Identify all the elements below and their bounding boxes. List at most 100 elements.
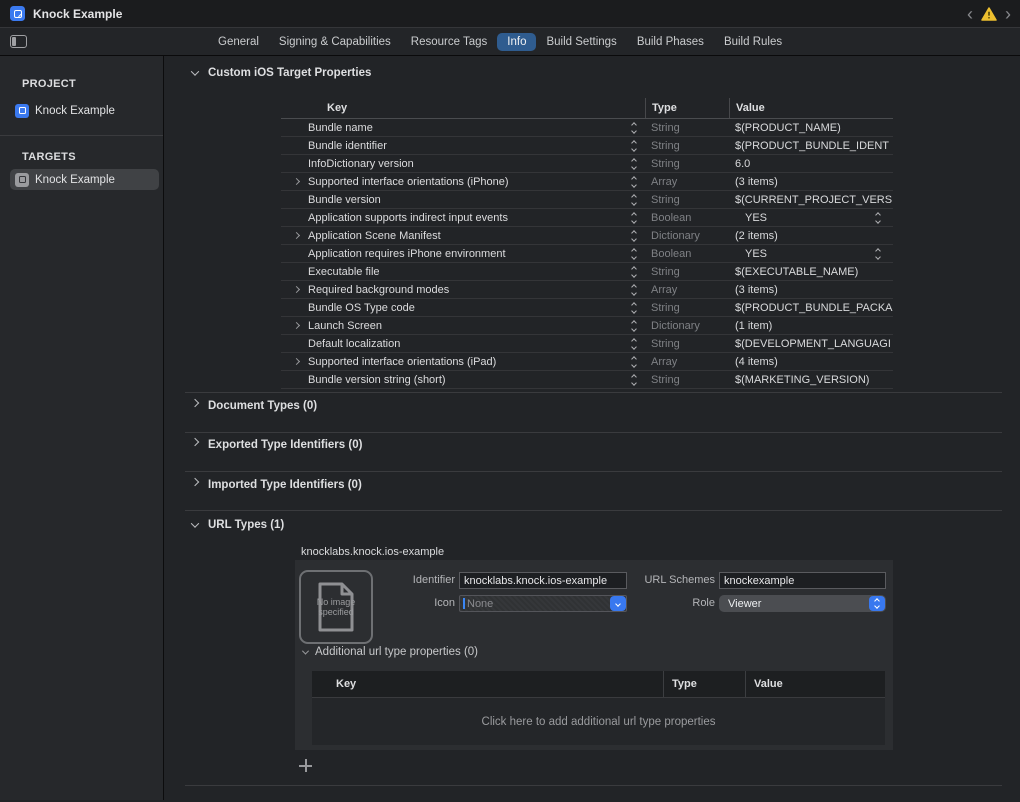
section-custom-ios-target-properties[interactable]: Custom iOS Target Properties [192, 67, 371, 79]
editor-toolbar: General Signing & Capabilities Resource … [0, 28, 1020, 56]
collapsed-section-header[interactable]: Imported Type Identifiers (0) [192, 479, 362, 518]
table-row[interactable]: Executable file String $(EXECUTABLE_NAME… [281, 263, 893, 281]
icon-combo-box[interactable]: None [459, 595, 627, 612]
section-title: URL Types (1) [208, 519, 284, 531]
property-type: String [645, 158, 729, 170]
table-row[interactable]: Default localization String $(DEVELOPMEN… [281, 335, 893, 353]
key-stepper-icon[interactable] [632, 213, 636, 223]
chevron-right-icon[interactable] [191, 478, 199, 486]
url-schemes-field[interactable] [719, 572, 886, 589]
value-stepper-icon[interactable] [876, 213, 880, 223]
xcode-project-icon [14, 10, 22, 18]
property-key: Required background modes [308, 284, 632, 296]
back-chevron-icon[interactable]: ‹ [966, 7, 974, 21]
disclosure-chevron-icon[interactable] [293, 286, 300, 293]
collapsed-section-header[interactable]: Document Types (0) [192, 400, 362, 439]
column-header-key: Key [312, 671, 663, 697]
table-header: Key Type Value [312, 671, 885, 697]
table-row[interactable]: Bundle identifier String $(PRODUCT_BUNDL… [281, 137, 893, 155]
table-row[interactable]: Launch Screen Dictionary (1 item) [281, 317, 893, 335]
key-stepper-icon[interactable] [632, 357, 636, 367]
tab[interactable]: Build Rules [714, 33, 792, 51]
disclosure-chevron-icon[interactable] [293, 232, 300, 239]
table-row[interactable]: Supported interface orientations (iPhone… [281, 173, 893, 191]
chevron-down-icon[interactable] [302, 647, 309, 654]
key-stepper-icon[interactable] [632, 267, 636, 277]
tab[interactable]: Build Phases [627, 33, 714, 51]
key-stepper-icon[interactable] [632, 303, 636, 313]
additional-properties-disclosure[interactable]: Additional url type properties (0) [303, 646, 478, 658]
popup-updown-icon [869, 596, 885, 611]
project-icon [15, 104, 29, 118]
table-row[interactable]: Application supports indirect input even… [281, 209, 893, 227]
combo-dropdown-button[interactable] [610, 596, 626, 611]
chevron-right-icon[interactable] [191, 438, 199, 446]
property-key: Application Scene Manifest [308, 230, 632, 242]
property-type: Array [645, 356, 729, 368]
url-type-item-name: knocklabs.knock.ios-example [301, 546, 444, 558]
key-stepper-icon[interactable] [632, 141, 636, 151]
identifier-field[interactable] [459, 572, 627, 589]
property-value: (3 items) [735, 176, 778, 188]
key-stepper-icon[interactable] [632, 339, 636, 349]
key-stepper-icon[interactable] [632, 249, 636, 259]
table-row[interactable]: Application Scene Manifest Dictionary (2… [281, 227, 893, 245]
tab[interactable]: Info [497, 33, 536, 51]
tab[interactable]: Signing & Capabilities [269, 33, 401, 51]
additional-properties-table: Key Type Value Click here to add additio… [312, 671, 885, 745]
table-row[interactable]: Bundle OS Type code String $(PRODUCT_BUN… [281, 299, 893, 317]
sidebar-toggle-icon[interactable] [10, 35, 27, 48]
sidebar-item-project[interactable]: Knock Example [10, 100, 159, 121]
section-divider [185, 785, 1002, 786]
section-url-types[interactable]: URL Types (1) [192, 519, 284, 531]
tab[interactable]: General [208, 33, 269, 51]
chevron-right-icon[interactable] [191, 399, 199, 407]
key-stepper-icon[interactable] [632, 375, 636, 385]
key-stepper-icon[interactable] [632, 321, 636, 331]
table-row[interactable]: Bundle version string (short) String $(M… [281, 371, 893, 389]
table-row[interactable]: Required background modes Array (3 items… [281, 281, 893, 299]
property-value: (2 items) [735, 230, 778, 242]
add-url-type-button[interactable] [298, 758, 313, 773]
tab[interactable]: Resource Tags [401, 33, 498, 51]
table-row[interactable]: InfoDictionary version String 6.0 [281, 155, 893, 173]
window-titlebar: Knock Example ‹ › [0, 0, 1020, 28]
text-caret [463, 598, 465, 609]
table-row[interactable]: Supported interface orientations (iPad) … [281, 353, 893, 371]
tab[interactable]: Build Settings [536, 33, 626, 51]
value-stepper-icon[interactable] [876, 249, 880, 259]
table-row[interactable]: Application requires iPhone environment … [281, 245, 893, 263]
property-key: Supported interface orientations (iPhone… [308, 176, 632, 188]
chevron-down-icon[interactable] [191, 519, 199, 527]
property-value: YES [745, 248, 767, 260]
add-additional-properties-area[interactable]: Click here to add additional url type pr… [312, 697, 885, 745]
role-popup-button[interactable]: Viewer [719, 595, 886, 612]
property-value: YES [745, 212, 767, 224]
disclosure-chevron-icon[interactable] [293, 322, 300, 329]
tab-bar: General Signing & Capabilities Resource … [208, 33, 792, 51]
key-stepper-icon[interactable] [632, 159, 636, 169]
warning-icon[interactable] [981, 7, 997, 21]
chevron-down-icon[interactable] [191, 67, 199, 75]
disclosure-chevron-icon[interactable] [293, 358, 300, 365]
sidebar-item-label: Knock Example [35, 174, 115, 186]
table-row[interactable]: Bundle version String $(CURRENT_PROJECT_… [281, 191, 893, 209]
property-value: $(CURRENT_PROJECT_VERS [735, 194, 892, 206]
property-type: Array [645, 284, 729, 296]
disclosure-chevron-icon[interactable] [293, 178, 300, 185]
forward-chevron-icon[interactable]: › [1004, 7, 1012, 21]
table-row[interactable]: Bundle name String $(PRODUCT_NAME) [281, 119, 893, 137]
key-stepper-icon[interactable] [632, 231, 636, 241]
key-stepper-icon[interactable] [632, 177, 636, 187]
table-rows: Bundle name String $(PRODUCT_NAME) [281, 119, 893, 389]
key-stepper-icon[interactable] [632, 123, 636, 133]
collapsed-section-header[interactable]: Exported Type Identifiers (0) [192, 439, 362, 478]
property-key: Bundle OS Type code [308, 302, 632, 314]
sidebar-divider [0, 135, 163, 136]
key-stepper-icon[interactable] [632, 195, 636, 205]
property-key: Bundle identifier [308, 140, 632, 152]
key-stepper-icon[interactable] [632, 285, 636, 295]
property-type: Dictionary [645, 230, 729, 242]
sidebar-item-target[interactable]: Knock Example [10, 169, 159, 190]
section-title: Imported Type Identifiers (0) [208, 479, 362, 491]
